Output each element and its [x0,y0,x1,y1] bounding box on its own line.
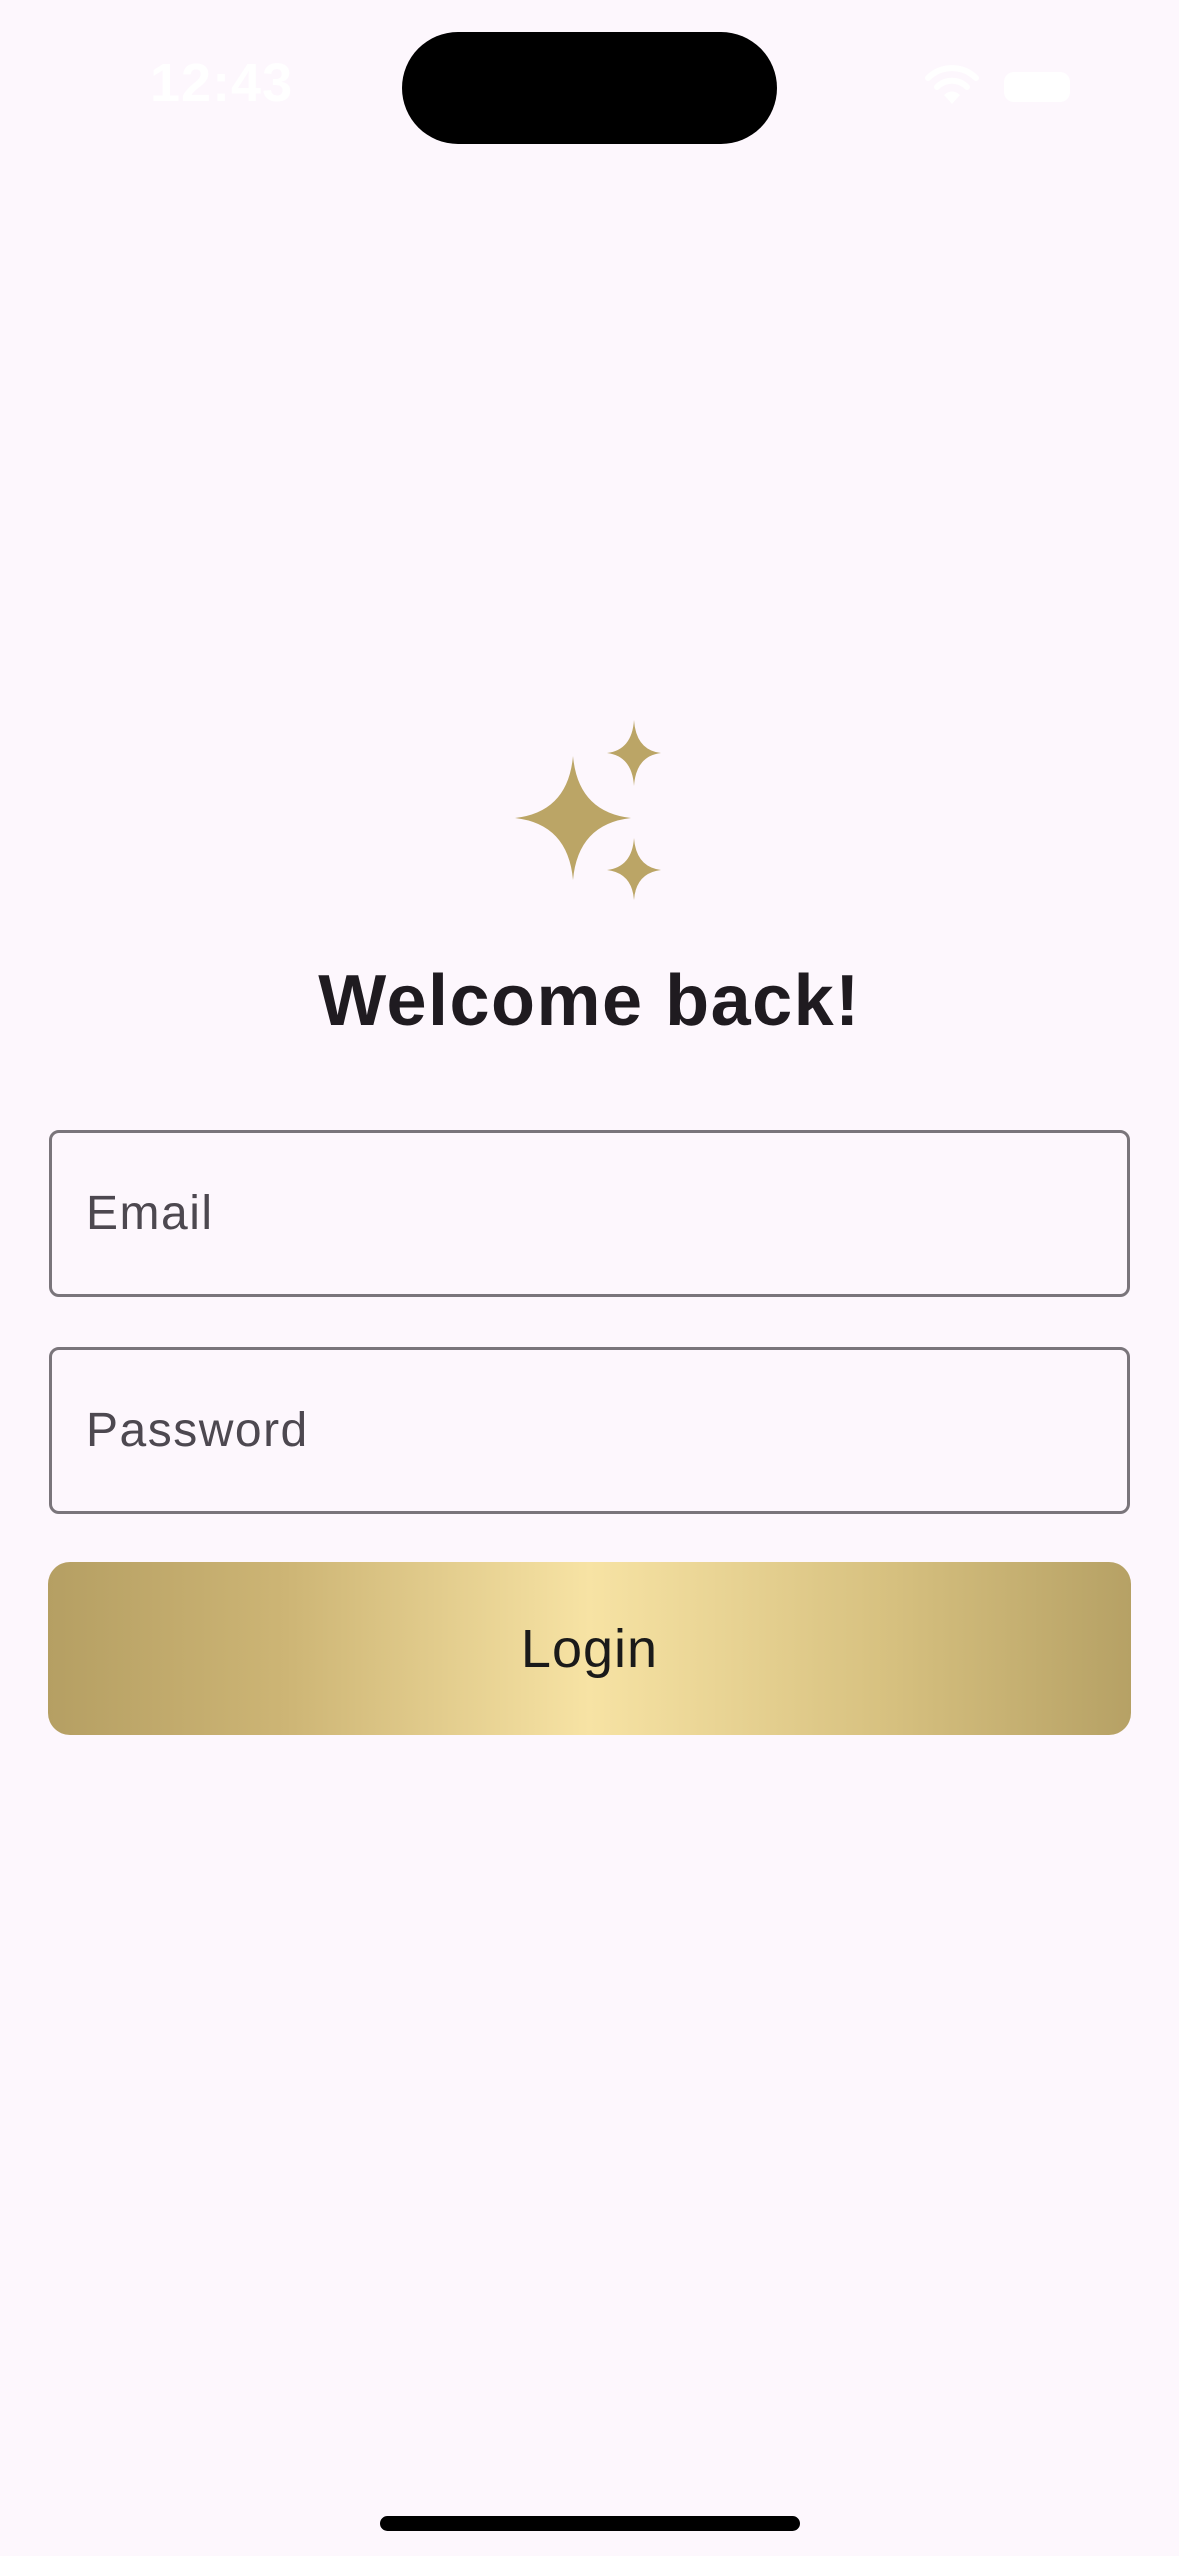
status-bar: 12:43 [0,0,1179,170]
email-field[interactable] [49,1130,1130,1297]
wifi-icon [925,65,979,104]
password-field[interactable] [49,1347,1130,1514]
login-button-label: Login [520,1618,659,1679]
battery-icon [1004,72,1070,102]
page-title: Welcome back! [318,961,861,1041]
dynamic-island [402,32,777,144]
sparkles-icon [515,720,661,900]
status-time: 12:43 [150,53,294,113]
home-indicator[interactable] [380,2516,800,2531]
login-button[interactable]: Login [48,1562,1131,1735]
